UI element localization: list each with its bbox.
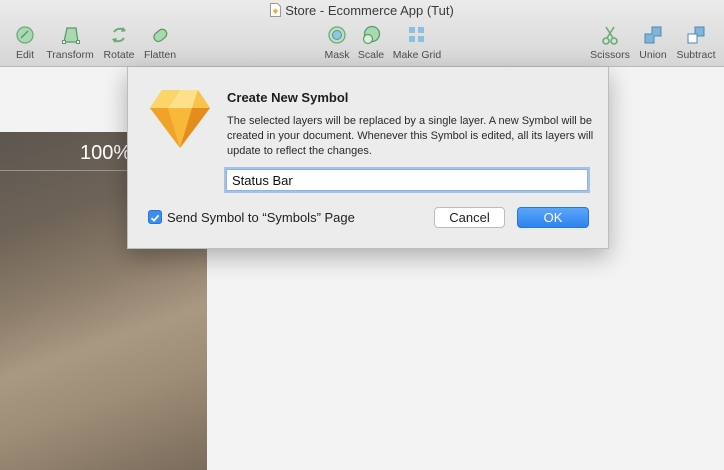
send-to-symbols-page-label[interactable]: Send Symbol to “Symbols” Page (167, 210, 355, 225)
union-icon (644, 26, 662, 44)
artboard-battery-percent: 100% (80, 142, 132, 164)
scale-icon (362, 25, 381, 45)
dialog-description: The selected layers will be replaced by … (227, 115, 594, 157)
edit-label: Edit (15, 49, 35, 61)
symbol-name-input[interactable] (226, 169, 588, 191)
mask-icon (328, 26, 346, 44)
window-title-text: Store - Ecommerce App (Tut) (285, 3, 454, 18)
make-grid-icon (409, 27, 424, 42)
send-to-symbols-page-checkbox[interactable] (148, 210, 162, 224)
edit-icon (16, 26, 34, 44)
make-grid-button[interactable]: Make Grid (391, 24, 443, 61)
checkmark-icon (150, 214, 160, 222)
flatten-label: Flatten (143, 49, 177, 61)
toolbar: Store - Ecommerce App (Tut) Edit Transfo… (0, 0, 724, 67)
scissors-icon (602, 26, 618, 45)
union-label: Union (639, 49, 667, 61)
sketch-diamond-icon (150, 90, 210, 148)
subtract-button[interactable]: Subtract (673, 24, 719, 61)
rotate-icon (112, 27, 126, 43)
rotate-label: Rotate (103, 49, 135, 61)
union-button[interactable]: Union (637, 24, 669, 61)
flatten-button[interactable]: Flatten (142, 24, 178, 61)
mask-button[interactable]: Mask (323, 24, 351, 61)
dialog-title: Create New Symbol (227, 90, 349, 105)
sketch-document-icon (270, 3, 282, 21)
rotate-button[interactable]: Rotate (102, 24, 136, 61)
transform-button[interactable]: Transform (44, 24, 96, 61)
scale-button[interactable]: Scale (357, 24, 385, 61)
cancel-button[interactable]: Cancel (434, 207, 505, 228)
create-symbol-dialog: Create New Symbol The selected layers wi… (127, 67, 609, 249)
transform-label: Transform (46, 49, 94, 61)
subtract-icon (687, 26, 705, 44)
make-grid-label: Make Grid (392, 49, 442, 61)
transform-icon (62, 27, 80, 44)
mask-label: Mask (324, 49, 350, 61)
scissors-label: Scissors (590, 49, 630, 61)
subtract-label: Subtract (676, 49, 716, 61)
window-title: Store - Ecommerce App (Tut) (0, 3, 724, 21)
scissors-button[interactable]: Scissors (588, 24, 632, 61)
edit-button[interactable]: Edit (12, 24, 38, 61)
ok-button[interactable]: OK (517, 207, 589, 228)
flatten-icon (153, 28, 168, 43)
scale-label: Scale (357, 49, 385, 61)
